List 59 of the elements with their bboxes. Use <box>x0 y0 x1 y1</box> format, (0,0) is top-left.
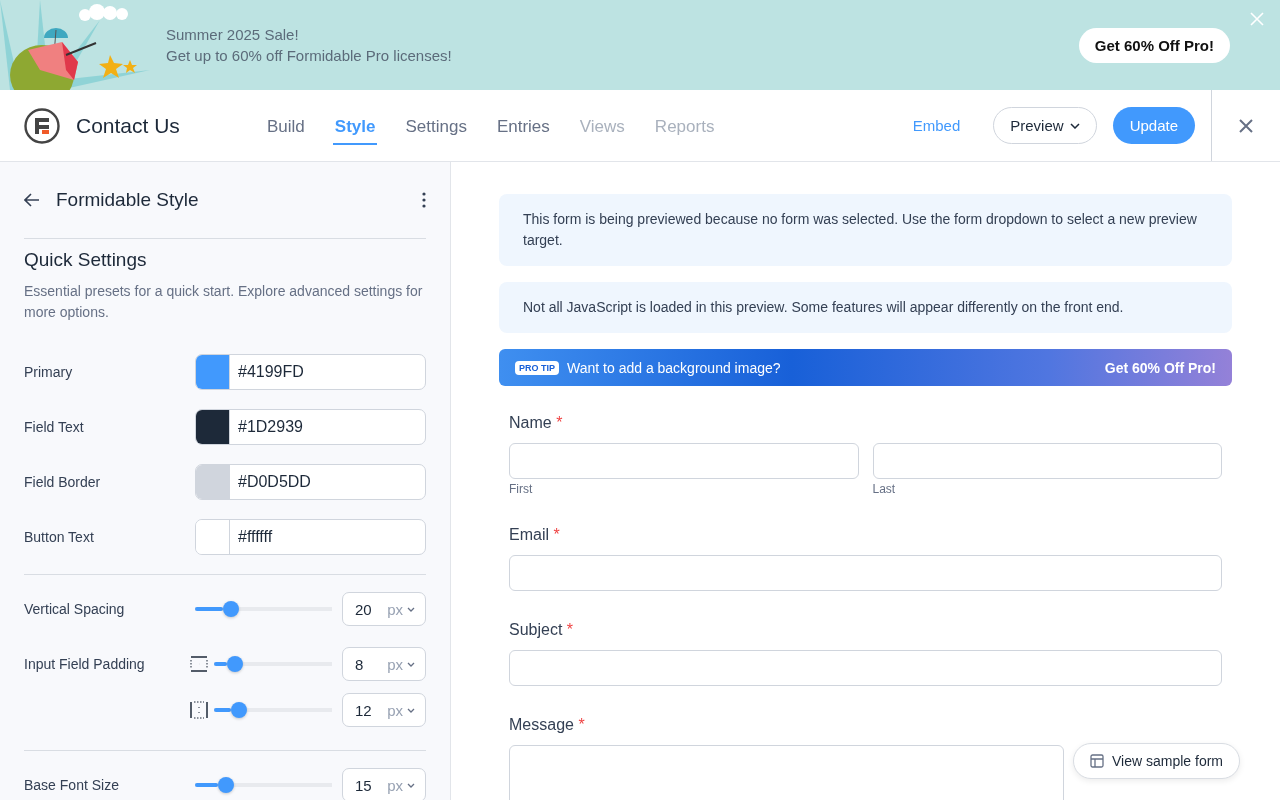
sale-subtitle: Get up to 60% off Formidable Pro licenses! <box>166 46 452 66</box>
setting-label: Vertical Spacing <box>24 601 126 617</box>
back-arrow-icon[interactable] <box>24 193 40 207</box>
nav-tab[interactable]: Settings <box>403 106 469 145</box>
text-field[interactable] <box>872 443 1222 479</box>
slider-thumb[interactable] <box>231 702 248 718</box>
color-field[interactable]: #D0D5DD <box>195 464 426 500</box>
padding-horizontal-icon <box>190 701 208 719</box>
pro-tip-text: Want to add a background image? <box>567 359 781 376</box>
field-label: Subject * <box>509 621 575 639</box>
color-field[interactable]: #1D2939 <box>195 409 426 445</box>
setting-label: Input Field Padding <box>24 656 146 672</box>
caret-icon <box>1069 122 1080 129</box>
setting-label: Base Font Size <box>24 777 120 793</box>
color-field[interactable]: #ffffff <box>195 519 426 555</box>
field-label: Message * <box>509 716 586 734</box>
number-field[interactable]: 15 px <box>342 768 426 800</box>
close-icon[interactable] <box>1238 117 1254 134</box>
textarea-field[interactable] <box>509 745 1064 800</box>
sale-title: Summer 2025 Sale! <box>166 25 300 45</box>
field-label: Email * <box>509 526 561 544</box>
more-options-icon[interactable] <box>422 192 426 208</box>
slider-thumb[interactable] <box>227 656 244 672</box>
number-field[interactable]: 8 px <box>342 647 426 681</box>
section-description: Essential presets for a quick start. Explore advanced settings for more options. <box>24 282 424 322</box>
setting-label: Field Text <box>24 419 85 435</box>
text-field[interactable] <box>509 443 859 479</box>
nav-tab[interactable]: Entries <box>494 106 552 145</box>
form-title: Contact Us <box>76 113 181 138</box>
notice-message: Not all JavaScript is loaded in this preview. Some features will appear differently on the front end. <box>499 282 1232 333</box>
number-field[interactable]: 20 px <box>342 592 426 626</box>
layout-icon <box>1090 754 1104 768</box>
setting-label: Field Border <box>24 474 102 490</box>
notice-message: This form is being previewed because no form was selected. Use the form dropdown to select a new preview target. <box>499 194 1232 266</box>
section-title: Quick Settings <box>24 249 148 271</box>
field-label: Name * <box>509 414 564 432</box>
preview-button[interactable]: Preview <box>993 107 1097 144</box>
subfield-label: First <box>509 482 534 496</box>
sample-form-button[interactable]: View sample form <box>1073 743 1240 779</box>
setting-label: Primary <box>24 364 74 380</box>
number-field[interactable]: 12 px <box>342 693 426 727</box>
padding-vertical-icon <box>190 656 208 672</box>
setting-label: Button Text <box>24 529 95 545</box>
slider-thumb[interactable] <box>222 601 239 617</box>
text-field[interactable] <box>509 555 1222 591</box>
upgrade-link[interactable]: Get 60% Off Pro! <box>1104 359 1216 376</box>
caret-icon <box>407 606 415 612</box>
pro-tip-badge: PRO TIP <box>515 360 559 375</box>
color-field[interactable]: #4199FD <box>195 354 426 390</box>
caret-icon <box>407 661 415 667</box>
caret-icon <box>407 707 415 713</box>
subfield-label: Last <box>872 482 897 496</box>
discount-button[interactable]: Get 60% Off Pro! <box>1078 27 1230 63</box>
text-field[interactable] <box>509 650 1222 686</box>
nav-tab[interactable]: Build <box>265 106 307 145</box>
slider-thumb[interactable] <box>218 777 234 793</box>
logo-icon <box>24 107 60 144</box>
caret-icon <box>407 782 415 788</box>
style-title: Formidable Style <box>56 189 199 211</box>
